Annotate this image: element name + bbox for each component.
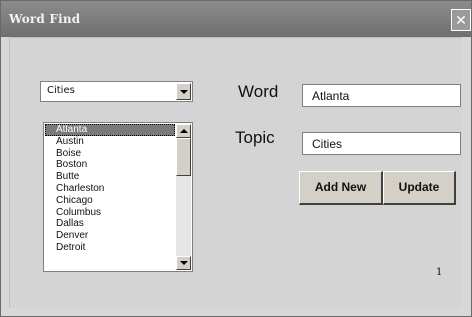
word-input-value: Atlanta: [312, 89, 350, 103]
form-client-area: Cities Atlanta Austin Boise Boston Butte…: [9, 37, 462, 308]
list-item[interactable]: Boston: [45, 159, 175, 171]
close-button[interactable]: ✕: [451, 9, 471, 31]
scroll-up-button[interactable]: [176, 124, 191, 138]
list-item[interactable]: Denver: [45, 230, 175, 242]
scroll-down-button[interactable]: [176, 256, 191, 270]
word-find-window: Word Find ✕ Cities Atlanta Austin Boise …: [0, 0, 472, 317]
close-icon: ✕: [455, 13, 467, 29]
scroll-thumb[interactable]: [176, 138, 191, 176]
add-new-button[interactable]: Add New: [299, 171, 383, 205]
record-counter: 1: [436, 267, 443, 278]
title-bar[interactable]: Word Find ✕: [1, 1, 471, 37]
topic-input-value: Cities: [312, 137, 343, 151]
word-input[interactable]: Atlanta: [302, 84, 461, 107]
dropdown-button[interactable]: [176, 83, 191, 100]
scroll-down-arrow-icon: [180, 261, 188, 265]
list-item[interactable]: Chicago: [45, 195, 175, 207]
word-list-items: Atlanta Austin Boise Boston Butte Charle…: [45, 124, 175, 254]
topic-input[interactable]: Cities: [302, 132, 461, 155]
list-item[interactable]: Detroit: [45, 242, 175, 254]
list-item[interactable]: Atlanta: [45, 124, 175, 136]
topic-label: Topic: [235, 128, 275, 147]
list-item[interactable]: Charleston: [45, 183, 175, 195]
list-item[interactable]: Austin: [45, 136, 175, 148]
topic-dropdown[interactable]: Cities: [40, 81, 193, 102]
word-listbox[interactable]: Atlanta Austin Boise Boston Butte Charle…: [43, 122, 193, 272]
scroll-up-arrow-icon: [180, 129, 188, 133]
list-item[interactable]: Dallas: [45, 218, 175, 230]
word-label: Word: [238, 82, 279, 101]
update-button[interactable]: Update: [383, 171, 456, 205]
window-title: Word Find: [9, 12, 81, 26]
topic-dropdown-value: Cities: [47, 85, 75, 96]
list-item[interactable]: Butte: [45, 171, 175, 183]
list-item[interactable]: Boise: [45, 148, 175, 160]
chevron-down-icon: [180, 90, 188, 94]
list-item[interactable]: Columbus: [45, 207, 175, 219]
vertical-scrollbar[interactable]: [176, 124, 191, 270]
